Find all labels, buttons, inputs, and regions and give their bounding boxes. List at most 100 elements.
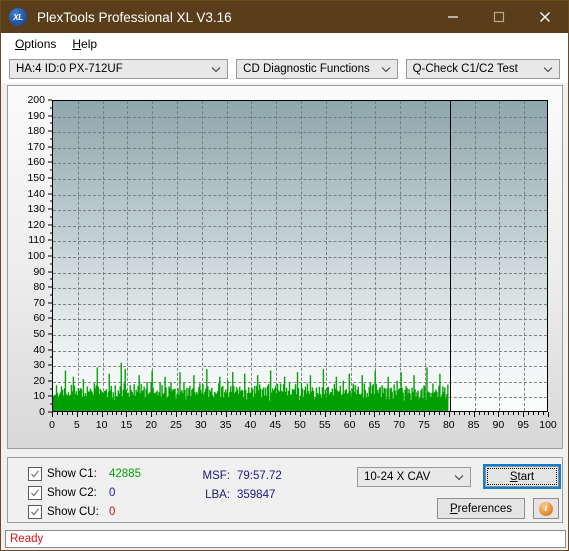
- status-text: Ready: [10, 533, 44, 545]
- y-tick-label: 50: [33, 328, 45, 340]
- x-tick-minor: [280, 412, 282, 415]
- speed-select[interactable]: 10-24 X CAV: [357, 467, 471, 487]
- x-tick-label: 85: [467, 419, 480, 431]
- plextools-logo-icon: XL: [9, 8, 27, 26]
- start-button[interactable]: Start: [483, 464, 561, 489]
- show-c1-checkbox[interactable]: [28, 466, 42, 481]
- x-tick-mark: [349, 412, 351, 417]
- check-icon: [31, 507, 39, 515]
- x-tick-minor: [86, 412, 88, 415]
- x-tick-mark: [473, 412, 475, 417]
- y-tick-label: 30: [33, 359, 45, 372]
- y-tick-label: 110: [28, 234, 45, 247]
- x-tick-minor: [56, 412, 58, 415]
- x-tick-minor: [171, 412, 173, 415]
- x-tick-minor: [384, 412, 386, 415]
- x-tick-mark: [76, 412, 78, 417]
- x-tick-minor: [409, 412, 411, 415]
- menu-help-accel: H: [72, 37, 82, 51]
- x-tick-minor: [493, 412, 495, 415]
- x-tick-minor: [538, 412, 540, 415]
- plot-canvas: [52, 100, 548, 412]
- readout-value: 79:57.72: [237, 469, 282, 482]
- x-tick-minor: [81, 412, 83, 415]
- x-tick-minor: [146, 412, 148, 415]
- y-tick-label: 170: [27, 140, 45, 153]
- readout-key: MSF:: [202, 469, 230, 482]
- x-tick-minor: [394, 412, 396, 415]
- x-tick-minor: [66, 412, 68, 415]
- x-tick-minor: [404, 412, 406, 415]
- start-accel: S: [509, 470, 518, 483]
- start-rest: tart: [517, 470, 535, 483]
- x-tick-minor: [295, 412, 297, 415]
- x-tick-label: 20: [145, 419, 158, 431]
- checkbox-row-show-cu[interactable]: Show CU: 0: [28, 503, 141, 520]
- x-tick-mark: [324, 412, 326, 417]
- x-tick-label: 5: [73, 419, 80, 431]
- x-tick-minor: [106, 412, 108, 415]
- minimize-icon[interactable]: [430, 1, 476, 33]
- show-c1-value: 42885: [109, 467, 141, 480]
- chevron-down-icon: [543, 60, 553, 78]
- x-tick-minor: [329, 412, 331, 415]
- x-tick-label: 45: [269, 419, 282, 431]
- x-tick-label: 30: [194, 419, 207, 431]
- drive-select[interactable]: HA:4 ID:0 PX-712UF: [9, 59, 229, 79]
- x-tick-minor: [61, 412, 63, 415]
- menu-item-options[interactable]: Options: [7, 35, 64, 53]
- x-tick-label: 80: [442, 419, 455, 431]
- y-tick-label: 150: [27, 172, 45, 184]
- readout-row: MSF: 79:57.72: [194, 466, 282, 485]
- x-tick-mark: [250, 412, 252, 417]
- preferences-button[interactable]: Preferences: [437, 498, 525, 519]
- function-select[interactable]: CD Diagnostic Functions: [236, 59, 398, 79]
- x-tick-minor: [543, 412, 545, 415]
- x-tick-minor: [141, 412, 143, 415]
- y-tick-label: 20: [33, 374, 45, 387]
- x-tick-label: 70: [393, 419, 406, 431]
- x-tick-label: 100: [539, 419, 557, 431]
- x-tick-mark: [200, 412, 202, 417]
- x-tick-label: 40: [244, 419, 257, 431]
- menu-item-help[interactable]: Help: [64, 35, 105, 53]
- window-controls: [430, 1, 568, 33]
- x-tick-minor: [195, 412, 197, 415]
- checkbox-row-show-c1[interactable]: Show C1: 42885: [28, 465, 141, 482]
- x-tick-minor: [210, 412, 212, 415]
- x-tick-minor: [389, 412, 391, 415]
- x-tick-minor: [438, 412, 440, 415]
- x-tick-mark: [126, 412, 128, 417]
- plextools-window: XL PlexTools Professional XL V3.16 Optio…: [0, 0, 569, 551]
- checkbox-row-show-c2[interactable]: Show C2: 0: [28, 484, 141, 501]
- x-tick-label: 15: [120, 419, 133, 431]
- control-panel: Show C1: 42885 Show C2: 0 Show CU: 0 MSF: 79:5…: [7, 457, 563, 523]
- show-cu-checkbox[interactable]: [28, 504, 42, 519]
- x-tick-minor: [91, 412, 93, 415]
- chevron-down-icon: [454, 468, 464, 486]
- x-tick-minor: [533, 412, 535, 415]
- x-tick-minor: [255, 412, 257, 415]
- x-tick-minor: [131, 412, 133, 415]
- info-icon: i: [539, 501, 553, 516]
- x-tick-mark: [523, 412, 525, 417]
- x-tick-minor: [364, 412, 366, 415]
- show-cu-value: 0: [109, 505, 116, 518]
- x-tick-minor: [309, 412, 311, 415]
- x-tick-minor: [314, 412, 316, 415]
- x-tick-label: 65: [368, 419, 381, 431]
- x-tick-minor: [458, 412, 460, 415]
- maximize-icon[interactable]: [476, 1, 522, 33]
- show-cu-label: Show CU:: [47, 505, 99, 518]
- info-button[interactable]: i: [533, 498, 559, 519]
- x-tick-minor: [260, 412, 262, 415]
- test-select[interactable]: Q-Check C1/C2 Test: [405, 59, 560, 79]
- x-tick-minor: [319, 412, 321, 415]
- close-icon[interactable]: [522, 1, 568, 33]
- x-tick-minor: [339, 412, 341, 415]
- x-tick-minor: [235, 412, 237, 415]
- show-checkbox-group: Show C1: 42885 Show C2: 0 Show CU: 0: [28, 465, 141, 522]
- y-tick-label: 90: [33, 265, 45, 278]
- show-c2-checkbox[interactable]: [28, 485, 42, 500]
- x-tick-minor: [468, 412, 470, 415]
